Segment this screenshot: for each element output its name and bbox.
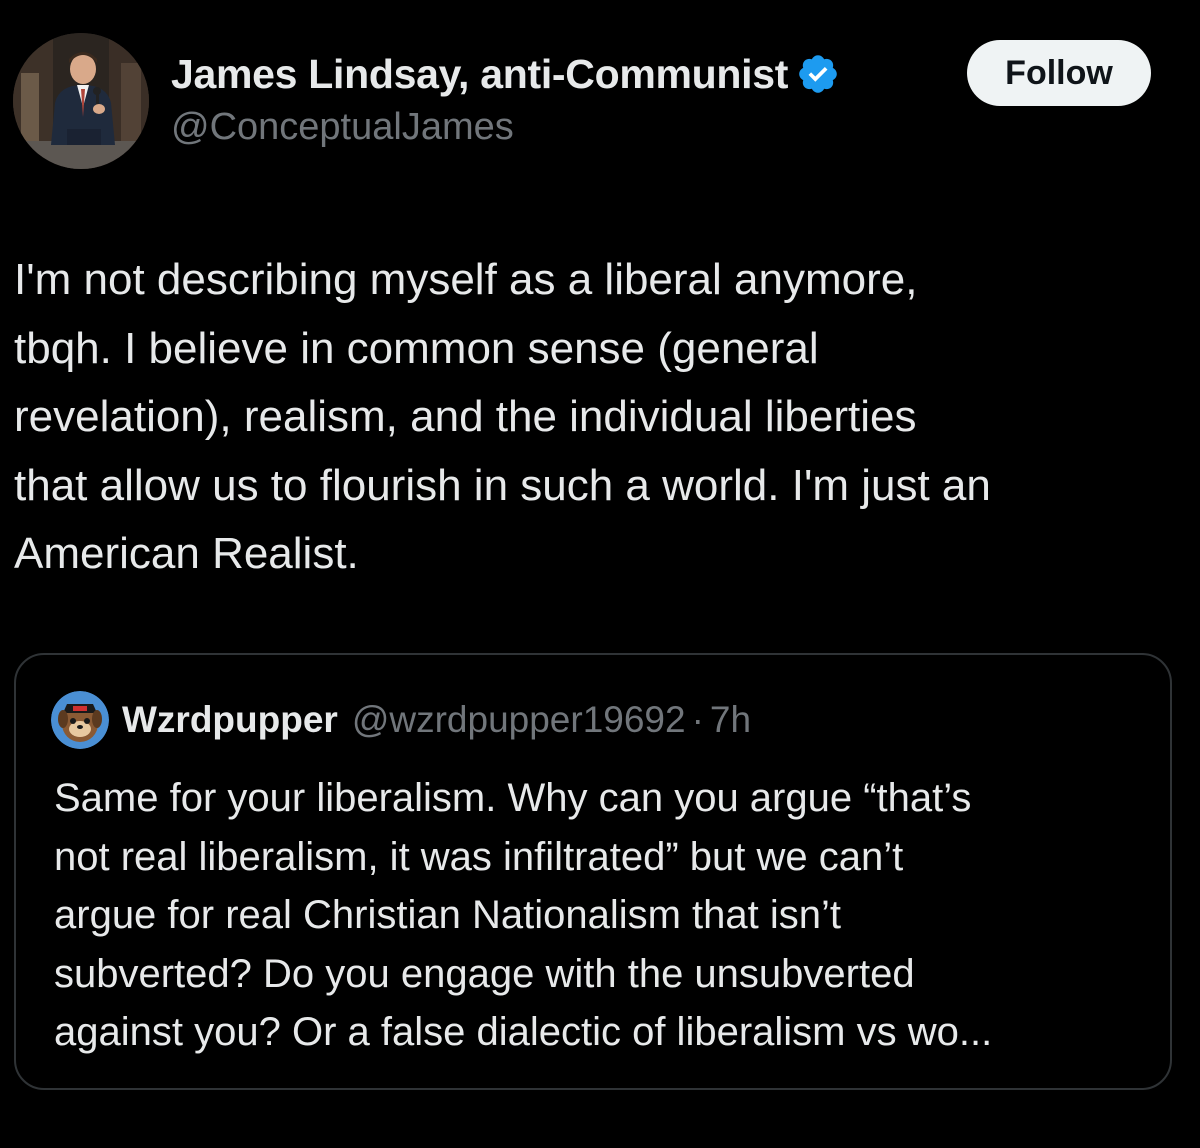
- avatar[interactable]: [13, 33, 149, 169]
- tweet-text: I'm not describing myself as a liberal a…: [14, 255, 991, 578]
- separator-dot: ·: [691, 699, 704, 740]
- quoted-author-handle[interactable]: @wzrdpupper19692: [352, 699, 686, 741]
- cartoon-dog-avatar-icon[interactable]: [51, 691, 109, 749]
- verified-badge-icon[interactable]: [796, 52, 840, 96]
- name-row: James Lindsay, anti-Communist: [171, 48, 840, 100]
- quoted-tweet-text: Same for your liberalism. Why can you ar…: [54, 776, 993, 1054]
- author-handle[interactable]: @ConceptualJames: [171, 106, 840, 149]
- quoted-tweet-card[interactable]: Wzrdpupper @wzrdpupper19692 · 7h Same fo…: [14, 653, 1172, 1090]
- quoted-author-name[interactable]: Wzrdpupper: [122, 699, 338, 741]
- author-info: James Lindsay, anti-Communist @Conceptua…: [171, 48, 840, 149]
- quoted-timestamp[interactable]: 7h: [710, 699, 751, 741]
- tweet[interactable]: James Lindsay, anti-Communist @Conceptua…: [0, 0, 1200, 1148]
- profile-photo-icon: [13, 33, 149, 169]
- follow-button[interactable]: Follow: [967, 40, 1151, 106]
- display-name[interactable]: James Lindsay, anti-Communist: [171, 51, 788, 98]
- quoted-tweet-header: Wzrdpupper @wzrdpupper19692 · 7h: [51, 691, 751, 749]
